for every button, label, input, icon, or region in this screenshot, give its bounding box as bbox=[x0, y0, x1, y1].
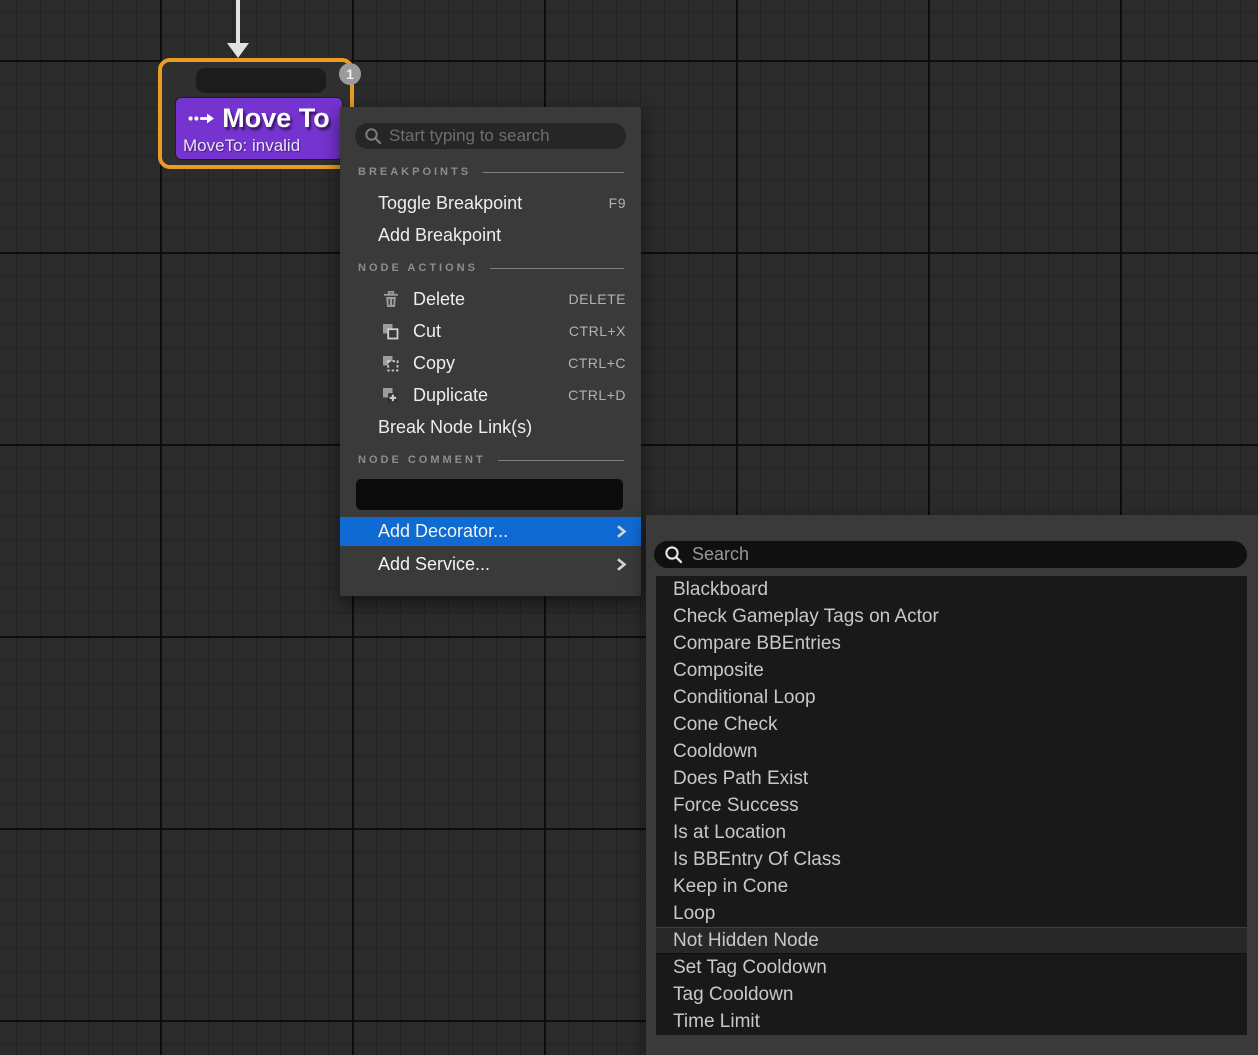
task-arrow-icon bbox=[188, 112, 215, 125]
node-header: Move To bbox=[176, 98, 342, 135]
chevron-right-icon bbox=[615, 557, 627, 572]
menu-item-delete[interactable]: Delete DELETE bbox=[340, 283, 641, 315]
menu-item-break-node-links[interactable]: Break Node Link(s) bbox=[340, 411, 641, 443]
submenu-item-does-path-exist[interactable]: Does Path Exist bbox=[656, 765, 1247, 792]
menu-item-add-service[interactable]: Add Service... bbox=[340, 550, 641, 579]
section-node-comment: NODE COMMENT bbox=[340, 452, 641, 468]
menu-item-copy[interactable]: Copy CTRL+C bbox=[340, 347, 641, 379]
submenu-item-cooldown[interactable]: Cooldown bbox=[656, 738, 1247, 765]
execution-order-badge: 1 bbox=[339, 63, 361, 85]
node-subtitle: MoveTo: invalid bbox=[176, 135, 342, 156]
section-breakpoints: BREAKPOINTS bbox=[340, 164, 641, 180]
graph-canvas[interactable]: Move To MoveTo: invalid 1 BREAKPOINTS To… bbox=[0, 0, 1258, 1055]
submenu-item-time-limit[interactable]: Time Limit bbox=[656, 1008, 1247, 1035]
node-comment-input[interactable] bbox=[356, 479, 623, 510]
node-title: Move To bbox=[222, 103, 330, 134]
submenu-item-is-bbentry-of-class[interactable]: Is BBEntry Of Class bbox=[656, 846, 1247, 873]
submenu-item-force-success[interactable]: Force Success bbox=[656, 792, 1247, 819]
add-decorator-submenu: Blackboard Check Gameplay Tags on Actor … bbox=[646, 515, 1258, 1055]
submenu-item-blackboard[interactable]: Blackboard bbox=[656, 576, 1247, 603]
submenu-item-not-hidden-node[interactable]: Not Hidden Node bbox=[656, 927, 1247, 954]
duplicate-icon bbox=[382, 387, 399, 404]
submenu-item-is-at-location[interactable]: Is at Location bbox=[656, 819, 1247, 846]
node-body: Move To MoveTo: invalid bbox=[176, 98, 342, 159]
search-icon bbox=[664, 545, 683, 564]
copy-icon bbox=[382, 355, 399, 372]
move-to-node[interactable]: Move To MoveTo: invalid 1 bbox=[158, 58, 354, 169]
execution-wire bbox=[236, 0, 240, 46]
submenu-search-input[interactable] bbox=[692, 544, 1237, 565]
submenu-item-conditional-loop[interactable]: Conditional Loop bbox=[656, 684, 1247, 711]
submenu-item-keep-in-cone[interactable]: Keep in Cone bbox=[656, 873, 1247, 900]
section-divider bbox=[483, 172, 624, 173]
node-selection-frame: Move To MoveTo: invalid bbox=[158, 58, 354, 169]
chevron-right-icon bbox=[615, 524, 627, 539]
node-context-menu: BREAKPOINTS Toggle Breakpoint F9 Add Bre… bbox=[340, 107, 641, 596]
section-divider bbox=[490, 268, 624, 269]
submenu-item-tag-cooldown[interactable]: Tag Cooldown bbox=[656, 981, 1247, 1008]
menu-item-add-breakpoint[interactable]: Add Breakpoint bbox=[340, 219, 641, 251]
trash-icon bbox=[382, 291, 399, 308]
submenu-item-loop[interactable]: Loop bbox=[656, 900, 1247, 927]
menu-item-duplicate[interactable]: Duplicate CTRL+D bbox=[340, 379, 641, 411]
section-node-actions: NODE ACTIONS bbox=[340, 260, 641, 276]
submenu-item-set-tag-cooldown[interactable]: Set Tag Cooldown bbox=[656, 954, 1247, 981]
context-menu-search[interactable] bbox=[355, 123, 626, 149]
submenu-item-check-gameplay-tags-on-actor[interactable]: Check Gameplay Tags on Actor bbox=[656, 603, 1247, 630]
submenu-item-compare-bbentries[interactable]: Compare BBEntries bbox=[656, 630, 1247, 657]
menu-item-cut[interactable]: Cut CTRL+X bbox=[340, 315, 641, 347]
submenu-item-composite[interactable]: Composite bbox=[656, 657, 1247, 684]
menu-item-toggle-breakpoint[interactable]: Toggle Breakpoint F9 bbox=[340, 187, 641, 219]
wire-arrowhead-icon bbox=[227, 43, 249, 58]
search-icon bbox=[364, 127, 382, 145]
submenu-item-cone-check[interactable]: Cone Check bbox=[656, 711, 1247, 738]
decorator-list: Blackboard Check Gameplay Tags on Actor … bbox=[656, 576, 1247, 1035]
cut-icon bbox=[382, 323, 399, 340]
submenu-search[interactable] bbox=[654, 541, 1247, 568]
menu-item-add-decorator[interactable]: Add Decorator... bbox=[340, 517, 641, 546]
search-input[interactable] bbox=[389, 126, 617, 146]
section-divider bbox=[498, 460, 624, 461]
node-parent-link-pin[interactable] bbox=[196, 68, 326, 93]
